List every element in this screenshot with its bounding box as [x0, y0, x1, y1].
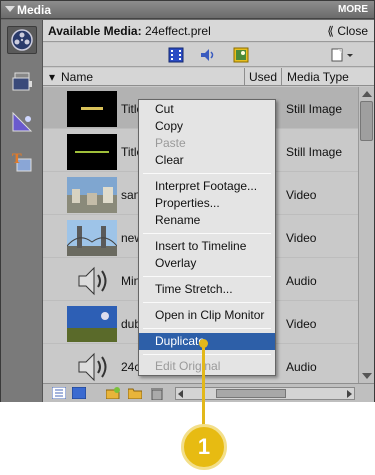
item-media-type: Audio	[286, 274, 317, 288]
svg-text:T: T	[12, 152, 22, 167]
scroll-up-icon[interactable]	[362, 91, 372, 97]
project-filename: 24effect.prel	[144, 24, 211, 38]
menu-item-edit-original: Edit Original	[155, 359, 221, 373]
menu-separator	[143, 354, 271, 355]
video-thumbnail	[66, 220, 118, 256]
icon-view-icon[interactable]	[71, 386, 86, 400]
available-media-title: Available Media: 24effect.prel	[48, 24, 211, 38]
column-headers: ▾ Name Used Media Type	[43, 68, 374, 86]
new-item-icon[interactable]	[328, 46, 356, 64]
screen: Media MORE T Available Media: 24effect.p…	[0, 0, 375, 475]
titles-icon[interactable]: T	[7, 148, 37, 176]
sort-arrow-icon[interactable]: ▾	[49, 70, 55, 84]
speaker-icon	[67, 263, 117, 299]
menu-item-interpret-footage[interactable]: Interpret Footage...	[139, 178, 275, 195]
double-chevron-icon: ⟪	[327, 24, 334, 38]
menu-item-open-in-clip-monitor[interactable]: Open in Clip Monitor	[139, 307, 275, 324]
list-view-icon[interactable]	[51, 386, 66, 400]
step-callout: 1	[181, 424, 227, 470]
menu-separator	[143, 302, 271, 303]
more-button[interactable]: MORE	[338, 4, 368, 15]
project-film-icon[interactable]	[7, 68, 37, 96]
scroll-left-icon[interactable]	[178, 390, 183, 398]
title-thumbnail	[67, 91, 117, 127]
item-media-type: Audio	[286, 360, 317, 374]
menu-item-cut[interactable]: Cut	[139, 101, 275, 118]
scroll-down-icon[interactable]	[362, 373, 372, 379]
menu-item-copy[interactable]: Copy	[139, 118, 275, 135]
content-header: Available Media: 24effect.prel ⟪ Close	[43, 20, 374, 42]
item-media-type: Still Image	[286, 145, 343, 159]
video-thumbnail	[67, 306, 117, 342]
audio-filter-icon[interactable]	[199, 46, 217, 64]
media-icon[interactable]	[7, 26, 37, 54]
video-filter-icon[interactable]	[167, 46, 185, 64]
panel-titlebar: Media MORE	[1, 1, 374, 19]
title-thumbnail	[67, 134, 117, 170]
item-media-type: Video	[286, 188, 317, 202]
bottom-toolbar	[43, 383, 374, 402]
context-menu: Cut Copy Paste Clear Interpret Footage..…	[138, 99, 276, 376]
scroll-right-icon[interactable]	[347, 390, 352, 398]
item-media-type: Video	[286, 317, 317, 331]
menu-separator	[143, 276, 271, 277]
menu-item-time-stretch[interactable]: Time Stretch...	[139, 281, 275, 298]
scroll-thumb[interactable]	[360, 101, 373, 141]
panel-collapse-icon[interactable]	[5, 6, 15, 12]
menu-item-insert-to-timeline[interactable]: Insert to Timeline	[139, 238, 275, 255]
column-name[interactable]: Name	[61, 70, 93, 84]
folder-icon[interactable]	[127, 386, 142, 400]
left-toolbar: T	[1, 20, 43, 402]
effects-icon[interactable]	[7, 108, 37, 136]
still-image-filter-icon[interactable]	[232, 46, 250, 64]
menu-item-rename[interactable]: Rename	[139, 212, 275, 229]
item-media-type: Still Image	[286, 102, 343, 116]
menu-separator	[143, 173, 271, 174]
vertical-scrollbar[interactable]	[358, 87, 374, 383]
filter-bar	[43, 43, 374, 67]
horizontal-scroll-thumb[interactable]	[216, 389, 286, 398]
menu-item-properties[interactable]: Properties...	[139, 195, 275, 212]
available-label: Available Media:	[48, 24, 142, 38]
menu-separator	[143, 233, 271, 234]
column-media-type[interactable]: Media Type	[287, 70, 349, 84]
video-thumbnail	[67, 177, 117, 213]
callout-line	[202, 345, 205, 430]
new-folder-icon[interactable]	[105, 386, 120, 400]
item-media-type: Video	[286, 231, 317, 245]
panel-title: Media	[17, 3, 52, 17]
close-button[interactable]: ⟪ Close	[327, 24, 368, 38]
callout-dot	[199, 339, 208, 348]
close-label: Close	[337, 24, 368, 38]
speaker-icon	[67, 349, 117, 383]
menu-separator	[143, 328, 271, 329]
trash-icon[interactable]	[149, 386, 164, 400]
menu-item-clear[interactable]: Clear	[139, 152, 275, 169]
column-used[interactable]: Used	[249, 70, 277, 84]
menu-item-paste: Paste	[155, 136, 186, 150]
menu-item-overlay[interactable]: Overlay	[139, 255, 275, 272]
